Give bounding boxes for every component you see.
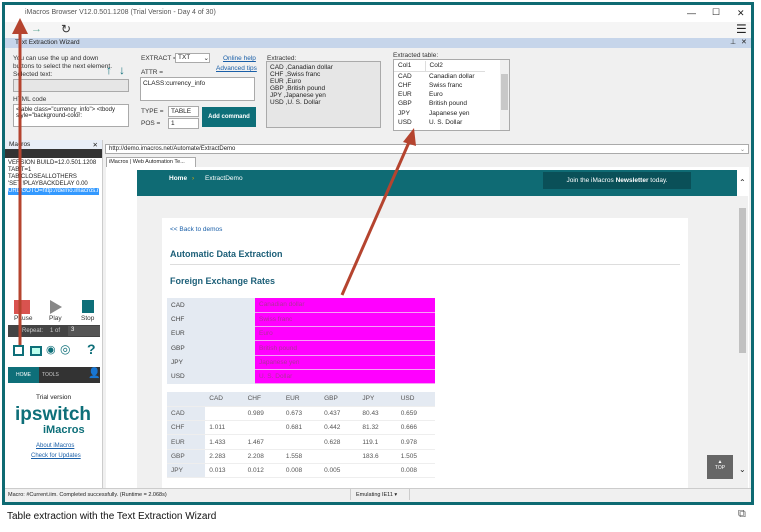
arrow-head-right (403, 128, 416, 146)
arrow-line-right (340, 139, 412, 296)
annotation-arrows (12, 18, 416, 345)
arrow-head-left (12, 18, 28, 34)
